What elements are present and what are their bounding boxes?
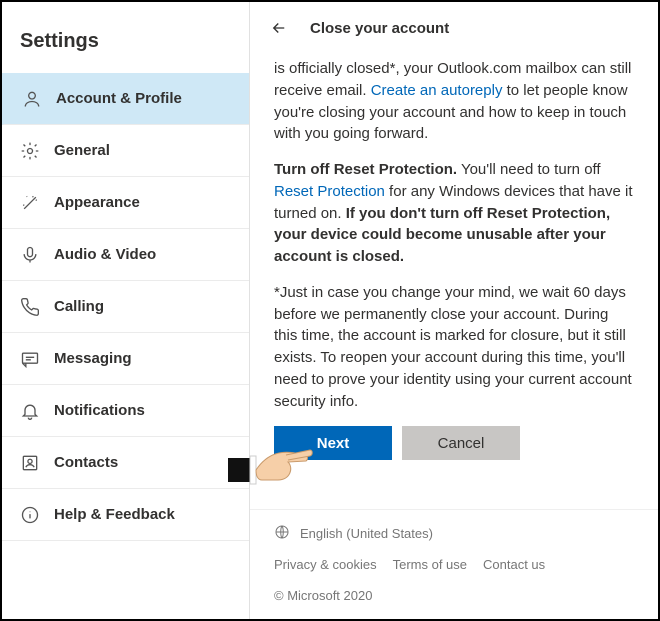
footer: English (United States) Privacy & cookie… [250,509,658,619]
copyright: © Microsoft 2020 [274,588,372,603]
user-icon [22,89,42,109]
main: Close your account is officially closed*… [250,2,658,619]
language-label: English (United States) [300,526,433,541]
sidebar-item-label: Contacts [54,454,118,471]
sidebar-item-label: Account & Profile [56,90,182,107]
phone-icon [20,297,40,317]
header: Close your account [250,2,658,54]
wand-icon [20,193,40,213]
sidebar-item-notifications[interactable]: Notifications [2,385,249,437]
privacy-link[interactable]: Privacy & cookies [274,557,377,572]
sidebar-item-calling[interactable]: Calling [2,281,249,333]
bell-icon [20,401,40,421]
sidebar-item-label: Notifications [54,402,145,419]
contact-link[interactable]: Contact us [483,557,545,572]
paragraph-1: is officially closed*, your Outlook.com … [274,58,634,145]
message-icon [20,349,40,369]
sidebar: Settings Account & Profile General Appea… [2,2,250,619]
sidebar-item-messaging[interactable]: Messaging [2,333,249,385]
mic-icon [20,245,40,265]
sidebar-item-label: General [54,142,110,159]
sidebar-item-label: Appearance [54,194,140,211]
sidebar-item-label: Calling [54,298,104,315]
sidebar-item-audio-video[interactable]: Audio & Video [2,229,249,281]
sidebar-item-label: Help & Feedback [54,506,175,523]
sidebar-item-label: Audio & Video [54,246,156,263]
paragraph-3: *Just in case you change your mind, we w… [274,282,634,413]
sidebar-item-appearance[interactable]: Appearance [2,177,249,229]
button-row: Next Cancel [274,426,634,460]
info-icon [20,505,40,525]
page-title: Close your account [310,20,449,37]
globe-icon [274,524,290,543]
footer-links: Privacy & cookies Terms of use Contact u… [274,557,634,603]
paragraph-2: Turn off Reset Protection. You'll need t… [274,159,634,268]
sidebar-item-account-profile[interactable]: Account & Profile [2,73,249,125]
next-button[interactable]: Next [274,426,392,460]
cancel-button[interactable]: Cancel [402,426,520,460]
sidebar-item-label: Messaging [54,350,132,367]
sidebar-title: Settings [2,2,249,73]
contacts-icon [20,453,40,473]
content: is officially closed*, your Outlook.com … [250,54,658,509]
back-arrow-icon[interactable] [270,19,288,37]
sidebar-item-help-feedback[interactable]: Help & Feedback [2,489,249,541]
language-selector[interactable]: English (United States) [274,524,634,543]
create-autoreply-link[interactable]: Create an autoreply [371,82,503,99]
terms-link[interactable]: Terms of use [393,557,467,572]
gear-icon [20,141,40,161]
reset-protection-link[interactable]: Reset Protection [274,183,385,200]
sidebar-item-contacts[interactable]: Contacts [2,437,249,489]
sidebar-item-general[interactable]: General [2,125,249,177]
